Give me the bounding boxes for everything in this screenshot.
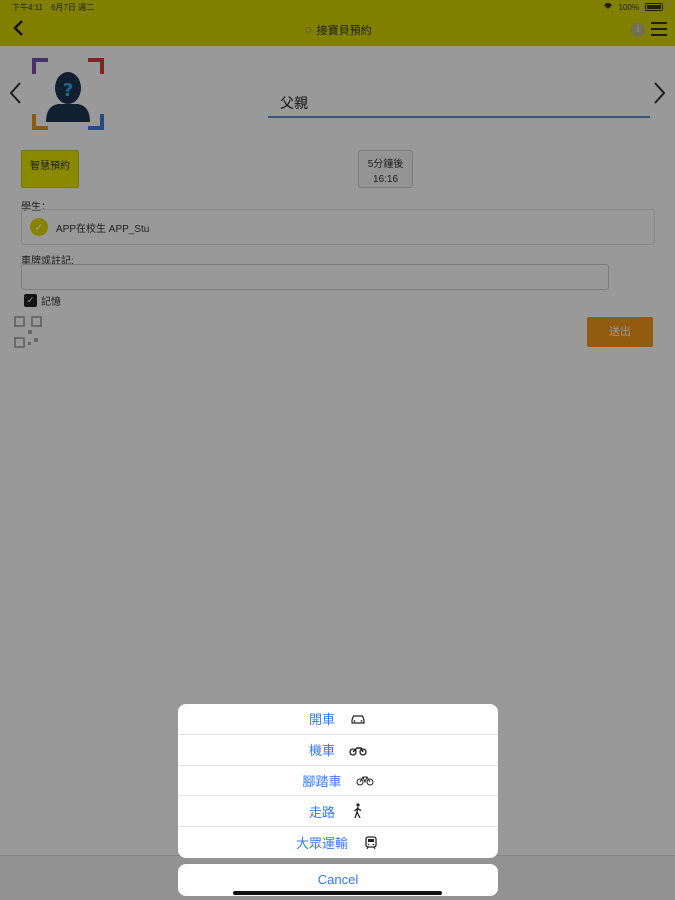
- transport-action-sheet: 開車 機車 腳踏車 走路 大眾運輸: [178, 704, 498, 858]
- option-bicycle-label: 腳踏車: [302, 773, 342, 789]
- motorcycle-icon: [349, 743, 367, 757]
- bus-icon: [362, 835, 380, 850]
- option-car[interactable]: 開車: [178, 704, 498, 735]
- home-indicator: [233, 891, 442, 895]
- option-bicycle[interactable]: 腳踏車: [178, 766, 498, 797]
- bicycle-icon: [356, 773, 374, 787]
- car-icon: [349, 712, 367, 726]
- option-motorcycle-label: 機車: [308, 743, 335, 759]
- option-walking-label: 走路: [308, 804, 335, 820]
- option-car-label: 開車: [308, 712, 335, 728]
- option-motorcycle[interactable]: 機車: [178, 735, 498, 766]
- option-public-transport-label: 大眾運輸: [295, 836, 348, 852]
- walking-icon: [349, 803, 367, 819]
- option-walking[interactable]: 走路: [178, 796, 498, 828]
- option-public-transport[interactable]: 大眾運輸: [178, 827, 498, 858]
